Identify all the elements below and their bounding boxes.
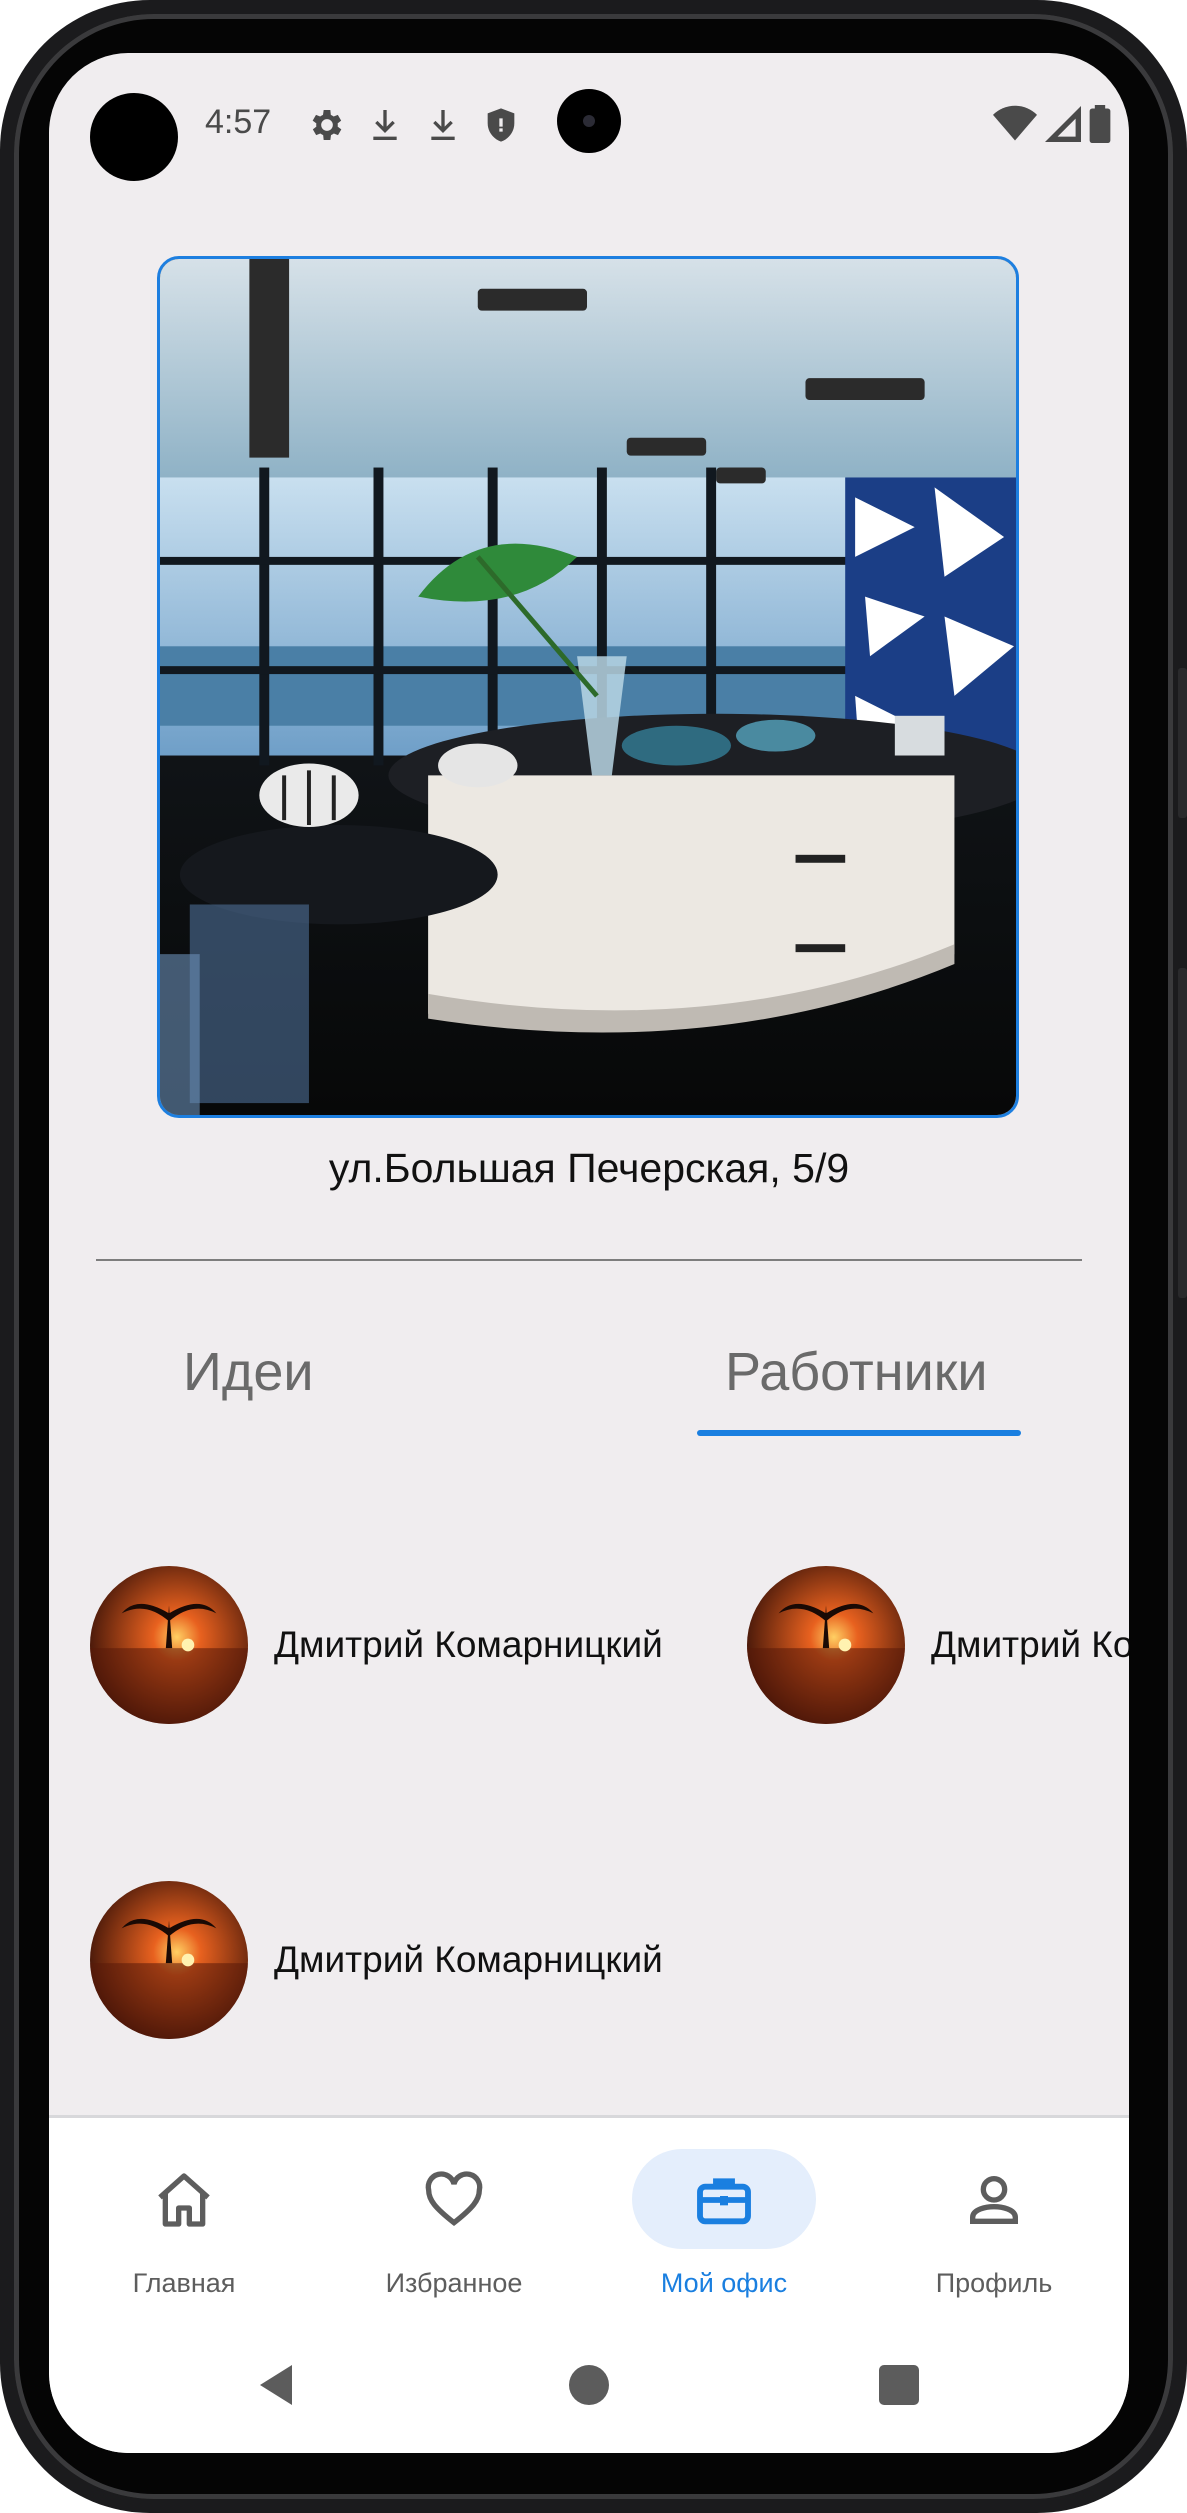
avatar (90, 1881, 248, 2039)
employee-card[interactable]: Дмитрий Комарницкий (90, 1566, 663, 1724)
status-icons (307, 105, 521, 145)
status-time: 4:57 (205, 103, 272, 141)
tab-ideas[interactable]: Идеи (183, 1341, 314, 1403)
system-navigation (49, 2345, 1129, 2453)
power-button (1178, 968, 1187, 1298)
heart-icon (425, 2171, 483, 2227)
employee-name: Дмитрий Комарницкий (274, 1939, 663, 1980)
nav-label: Профиль (935, 2268, 1053, 2298)
wifi-icon (993, 105, 1037, 141)
back-icon[interactable] (254, 2361, 296, 2409)
employee-card[interactable]: Дмитрий Комарницкий (747, 1566, 1129, 1724)
employee-name: Дмитрий Комарницкий (274, 1624, 663, 1665)
office-photo[interactable] (157, 256, 1019, 1118)
download-icon (431, 110, 455, 140)
status-right (993, 105, 1111, 143)
volume-button (1178, 668, 1187, 818)
office-interior-image (160, 259, 1016, 1115)
home-button-icon[interactable] (569, 2365, 609, 2405)
employee-card[interactable]: Дмитрий Комарницкий (90, 1881, 663, 2039)
nav-item-favorites[interactable]: Избранное (319, 2118, 589, 2348)
nav-item-my-office[interactable]: Мой офис (589, 2118, 859, 2348)
avatar (747, 1566, 905, 1724)
briefcase-icon (697, 2178, 751, 2225)
recents-icon[interactable] (879, 2365, 919, 2405)
screen: 4:57 ул.Большая Печерская, 5/9 Идеи Рабо… (49, 53, 1129, 2453)
download-icon (373, 110, 397, 140)
divider (96, 1259, 1082, 1261)
tab-selected-indicator (697, 1430, 1021, 1436)
nav-item-profile[interactable]: Профиль (859, 2118, 1129, 2348)
nav-item-home[interactable]: Главная (49, 2118, 319, 2348)
office-address: ул.Большая Печерская, 5/9 (328, 1145, 850, 1191)
punch-hole (90, 93, 178, 181)
home-icon (158, 2173, 210, 2227)
person-icon (970, 2176, 1018, 2224)
avatar (90, 1566, 248, 1724)
battery-icon (1089, 105, 1111, 143)
nav-label: Избранное (385, 2268, 523, 2298)
phone-frame: 4:57 ул.Большая Печерская, 5/9 Идеи Рабо… (0, 0, 1187, 2513)
employee-name: Дмитрий Комарницкий (931, 1624, 1129, 1665)
settings-icon (312, 110, 342, 140)
front-camera (557, 89, 621, 153)
bottom-navigation: Главная Избранное Мой офис Профиль (49, 2115, 1129, 2348)
sunset-tree-image (747, 1566, 905, 1724)
nav-label: Мой офис (660, 2268, 788, 2298)
sunset-tree-image (90, 1566, 248, 1724)
signal-icon (1045, 106, 1081, 142)
sunset-tree-image (90, 1881, 248, 2039)
nav-label: Главная (132, 2268, 236, 2298)
shield-icon (487, 108, 515, 142)
tab-workers[interactable]: Работники (725, 1341, 988, 1403)
